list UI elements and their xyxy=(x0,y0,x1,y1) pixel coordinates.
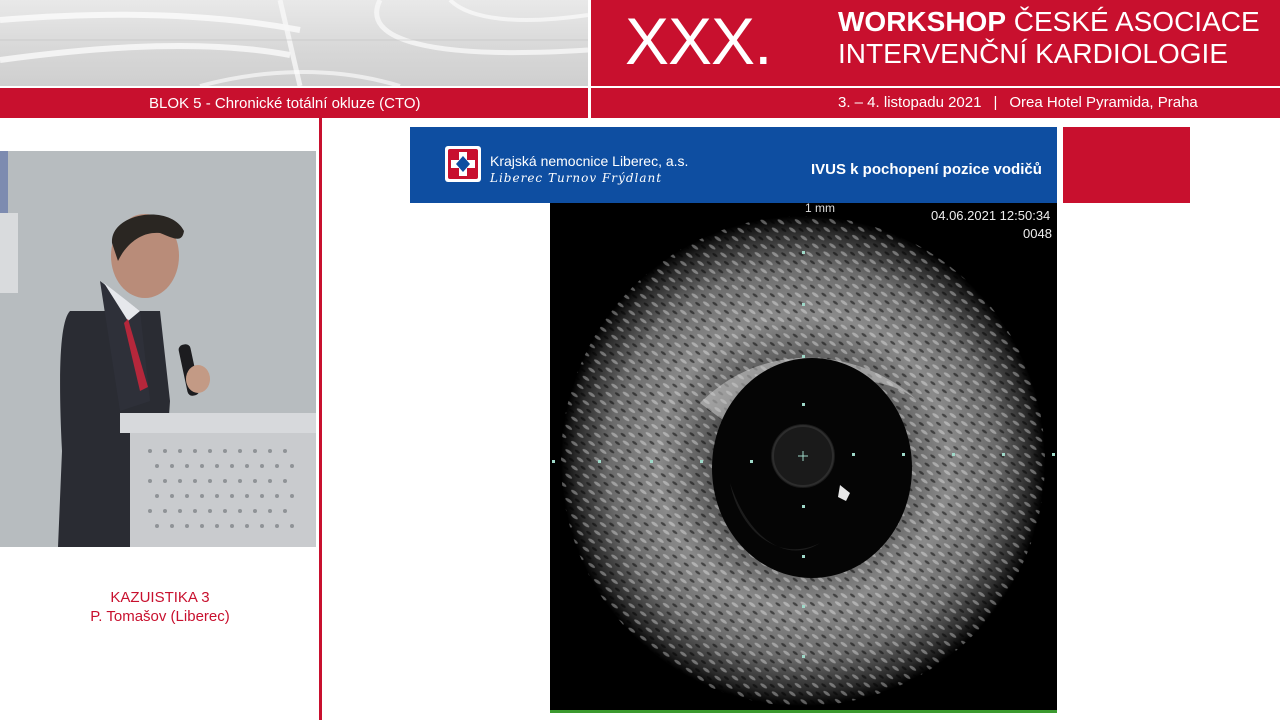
ivus-image xyxy=(550,203,1057,710)
edition-number: XXX. xyxy=(625,4,772,78)
slide-bottom-line xyxy=(550,710,1057,713)
speaker-caption: KAZUISTIKA 3 P. Tomašov (Liberec) xyxy=(0,588,320,626)
case-label: KAZUISTIKA 3 xyxy=(110,589,210,606)
workshop-title-rest: ČESKÉ ASOCIACE xyxy=(1013,6,1260,37)
workshop-title-line1: WORKSHOP ČESKÉ ASOCIACE xyxy=(838,6,1260,38)
event-dates: 3. – 4. listopadu 2021 xyxy=(838,94,982,111)
slide-title: IVUS k pochopení pozice vodičů xyxy=(811,161,1042,178)
hospital-towns: Liberec Turnov Frýdlant xyxy=(490,171,663,185)
speaker-video xyxy=(0,151,316,547)
ivus-frame-number: 0048 xyxy=(1023,226,1052,241)
ivus-scale-label: 1 mm xyxy=(805,201,835,215)
workshop-word: WORKSHOP xyxy=(838,6,1006,37)
presentation-frame: XXX. WORKSHOP ČESKÉ ASOCIACE INTERVENČNÍ… xyxy=(0,0,1280,720)
speaker-name: P. Tomašov (Liberec) xyxy=(90,608,230,625)
event-venue: Orea Hotel Pyramida, Praha xyxy=(1009,94,1198,111)
workshop-title-line2: INTERVENČNÍ KARDIOLOGIE xyxy=(838,38,1229,69)
event-separator: | xyxy=(993,94,998,111)
block-label: BLOK 5 - Chronické totální okluze (CTO) xyxy=(149,95,421,112)
hospital-cross-logo-icon xyxy=(445,146,481,182)
slide-accent-block xyxy=(1063,127,1190,203)
hospital-name: Krajská nemocnice Liberec, a.s. xyxy=(490,153,689,169)
ivus-timestamp: 04.06.2021 12:50:34 xyxy=(931,208,1051,223)
vertical-divider xyxy=(319,118,322,720)
event-info: 3. – 4. listopadu 2021 | Orea Hotel Pyrami… xyxy=(838,94,1198,111)
header-photo xyxy=(0,0,588,86)
